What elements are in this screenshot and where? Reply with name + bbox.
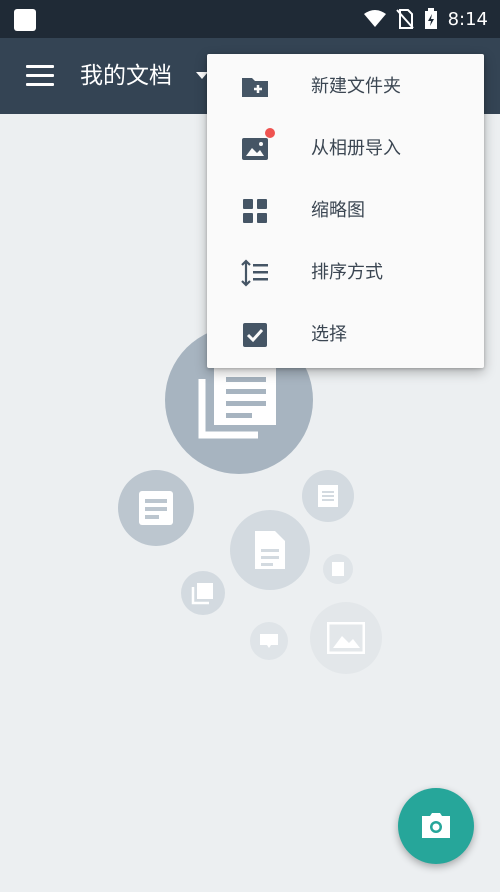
menu-item-new-folder[interactable]: 新建文件夹 <box>207 56 484 118</box>
menu-item-thumbnail[interactable]: 缩略图 <box>207 180 484 242</box>
page-title[interactable]: 我的文档 <box>80 58 172 94</box>
overflow-menu: 新建文件夹 从相册导入 缩略图 排序方式 选择 <box>207 54 484 368</box>
sort-icon <box>241 259 268 287</box>
copy-icon <box>181 571 225 615</box>
menu-item-label: 从相册导入 <box>311 138 401 159</box>
file-icon <box>230 510 310 590</box>
document-small-icon <box>323 554 353 584</box>
battery-charging-icon <box>424 8 437 29</box>
no-sim-icon <box>395 9 414 29</box>
note-icon <box>118 470 194 546</box>
menu-item-label: 新建文件夹 <box>311 76 401 97</box>
badge-dot <box>265 128 275 138</box>
app-icon <box>14 9 36 31</box>
menu-item-import-album[interactable]: 从相册导入 <box>207 118 484 180</box>
status-icons: 8:14 <box>363 0 488 38</box>
status-bar: 8:14 <box>0 0 500 38</box>
folder-add-icon <box>242 78 268 97</box>
menu-item-sort[interactable]: 排序方式 <box>207 242 484 304</box>
receipt-icon <box>302 470 354 522</box>
message-icon <box>250 622 288 660</box>
menu-item-label: 排序方式 <box>311 262 383 283</box>
hamburger-icon[interactable] <box>26 65 54 87</box>
camera-icon <box>422 813 450 838</box>
grid-icon <box>243 199 267 223</box>
menu-item-label: 缩略图 <box>311 200 365 221</box>
menu-item-label: 选择 <box>311 324 347 345</box>
checkbox-icon <box>243 323 267 347</box>
camera-button[interactable] <box>398 788 474 864</box>
image-icon <box>242 138 268 160</box>
status-time: 8:14 <box>447 8 488 30</box>
menu-item-select[interactable]: 选择 <box>207 304 484 366</box>
image-placeholder-icon <box>310 602 382 674</box>
wifi-icon <box>363 10 386 27</box>
